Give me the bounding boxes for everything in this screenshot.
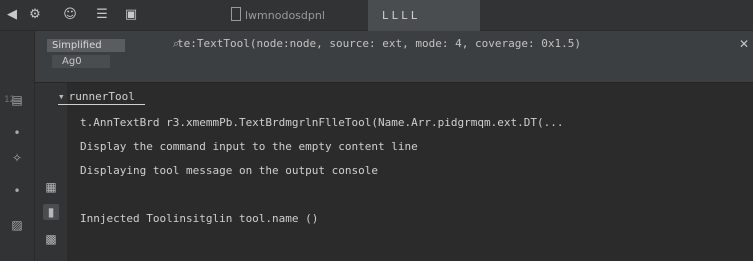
scope-chip[interactable]: Simplified: [47, 39, 125, 52]
menu-icon[interactable]: ☰: [94, 7, 110, 23]
search-panel: ⌕ te:TextTool(node:node, source: ext, mo…: [35, 31, 753, 83]
scope-sub-chip[interactable]: Ag0: [52, 55, 110, 68]
top-toolbar: ◀ ⚙ ☺ ☰ ▣ lwmnodosdpnl L L L L: [0, 0, 753, 31]
code-line: Displaying tool message on the output co…: [80, 164, 379, 177]
pin-icon[interactable]: ✧: [10, 151, 24, 165]
print-icon[interactable]: ▩: [43, 231, 59, 247]
dot-icon[interactable]: •: [10, 184, 24, 198]
folder-icon[interactable]: ▣: [123, 7, 139, 23]
function-header[interactable]: ▾ runnerTool: [58, 90, 145, 105]
folder-icon[interactable]: ▨: [10, 218, 24, 232]
code-line: Display the command input to the empty c…: [80, 140, 418, 153]
user-icon[interactable]: ☺: [62, 7, 78, 23]
bookmark-icon[interactable]: ▮: [43, 204, 59, 220]
code-line: Innjected Toolinsitglin tool.name (): [80, 212, 319, 225]
lock-icon[interactable]: ▦: [43, 179, 59, 195]
code-line: t.AnnTextBrd r3.xmemmPb.TextBrdmgrlnFlle…: [80, 116, 564, 129]
file-icon: [231, 7, 241, 21]
active-tab-label: L L L L: [382, 9, 418, 22]
structure-icon[interactable]: •: [10, 126, 24, 140]
active-tab[interactable]: L L L L: [368, 0, 480, 31]
search-input[interactable]: te:TextTool(node:node, source: ext, mode…: [165, 35, 753, 53]
fold-arrow-icon[interactable]: ▾: [58, 90, 65, 103]
run-configuration-tab[interactable]: lwmnodosdpnl: [225, 5, 341, 26]
settings-icon[interactable]: ⚙: [27, 7, 43, 23]
function-header-label: runnerTool: [68, 90, 135, 103]
gutter-line-number: 12: [4, 95, 15, 105]
run-configuration-label: lwmnodosdpnl: [245, 9, 325, 22]
back-icon[interactable]: ◀: [4, 7, 20, 23]
left-tool-strip: ▤ • ✧ • ▨: [0, 31, 35, 261]
close-icon[interactable]: ✕: [739, 36, 749, 52]
